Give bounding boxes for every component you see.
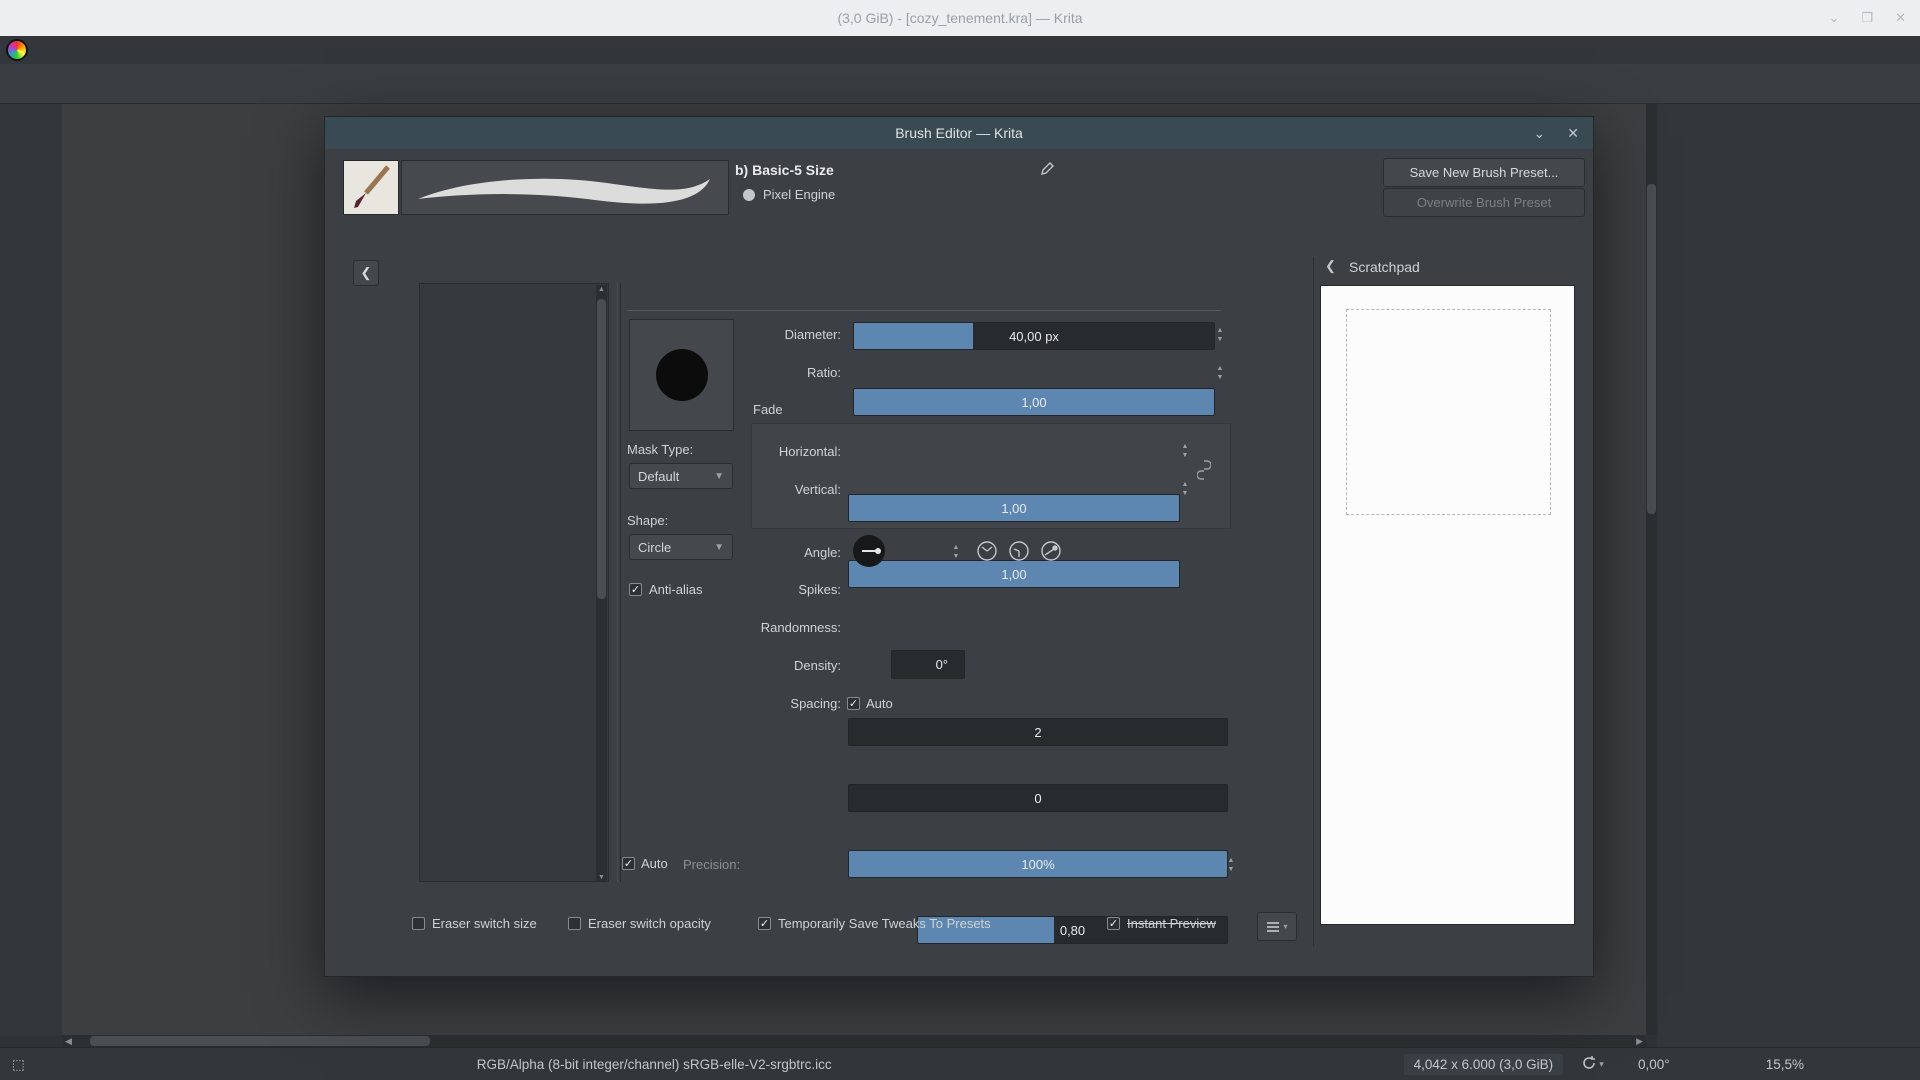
preset-thumbnail — [343, 160, 399, 215]
angle-preset-icon — [1041, 541, 1061, 561]
randomness-slider[interactable]: 0 — [848, 784, 1228, 812]
vertical-spinner[interactable]: ▲ ▼ — [1178, 476, 1192, 502]
rotation-value[interactable]: 0,00° — [1618, 1057, 1670, 1072]
angle-label: Angle: — [804, 545, 841, 560]
scratchpad-title: Scratchpad — [1349, 259, 1420, 275]
statusbar: ⬚ RGB/Alpha (8-bit integer/channel) sRGB… — [0, 1047, 1920, 1080]
window-close-icon[interactable]: ✕ — [1895, 10, 1906, 26]
angle-spinbox[interactable]: 0° — [891, 650, 965, 679]
options-scrollbar[interactable]: ▲ ▼ — [596, 285, 607, 881]
image-size-memory: 4,042 x 6.000 (3,0 GiB) — [1403, 1054, 1564, 1075]
angle-quick-buttons — [975, 539, 1063, 563]
horizontal-slider[interactable]: 1,00 — [848, 494, 1180, 522]
rotation-dropdown-icon[interactable]: ▾ — [1599, 1059, 1604, 1070]
spikes-slider[interactable]: 2 — [848, 718, 1228, 746]
collapse-options-icon[interactable]: ❮ — [353, 260, 379, 286]
rename-preset-icon[interactable] — [1039, 161, 1055, 180]
dialog-shade-icon[interactable]: ⌄ — [1534, 125, 1546, 142]
diameter-spinner[interactable]: ▲ ▼ — [1213, 322, 1227, 348]
stroke-preview — [401, 160, 729, 215]
window-titlebar: (3,0 GiB) - [cozy_tenement.kra] — Krita … — [0, 0, 1920, 36]
mask-type-label: Mask Type: — [627, 442, 694, 457]
splitter[interactable] — [617, 283, 621, 882]
canvas-vertical-scrollbar[interactable] — [1646, 104, 1657, 1035]
density-label: Density: — [794, 658, 841, 673]
ratio-spinner[interactable]: ▲ ▼ — [1213, 360, 1227, 386]
randomness-label: Randomness: — [760, 620, 841, 635]
precision-spinner[interactable]: ▲ ▼ — [1224, 851, 1238, 879]
engine-row: Pixel Engine — [743, 187, 835, 202]
diameter-label: Diameter: — [784, 327, 841, 342]
horizontal-spinner[interactable]: ▲ ▼ — [1178, 438, 1192, 464]
angle-dial[interactable] — [853, 535, 885, 567]
brush-options-list: ▲ ▼ — [419, 283, 609, 882]
dialog-close-icon[interactable]: ✕ — [1567, 125, 1579, 142]
density-slider[interactable]: 100% — [848, 850, 1228, 878]
scroll-right-icon[interactable]: ▶ — [1633, 1036, 1646, 1047]
diameter-slider[interactable]: 40,00 px — [853, 322, 1215, 350]
canvas-horizontal-scrollbar[interactable]: ◀ ▶ — [62, 1035, 1646, 1047]
selection-mode-icon[interactable]: ⬚ — [12, 1057, 25, 1073]
scratchpad-separator — [1313, 257, 1314, 947]
shape-label: Shape: — [627, 513, 669, 528]
right-docker — [1658, 104, 1920, 1047]
dialog-titlebar[interactable]: Brush Editor — Krita ⌄ ✕ — [325, 117, 1593, 149]
temporarily-save-tweaks-checkbox[interactable]: ✓ Temporarily Save Tweaks To Presets — [758, 916, 991, 931]
restore-icon[interactable]: ❐ — [1861, 10, 1873, 26]
krita-application: (3,0 GiB) - [cozy_tenement.kra] — Krita … — [0, 0, 1920, 1080]
scratchpad-canvas[interactable] — [1320, 285, 1575, 925]
preset-name: b) Basic-5 Size — [735, 162, 834, 178]
color-profile-text: RGB/Alpha (8-bit integer/channel) sRGB-e… — [476, 1057, 832, 1072]
scroll-left-icon[interactable]: ◀ — [62, 1036, 75, 1047]
auto-precision-checkbox[interactable]: ✓ Auto — [622, 856, 668, 871]
scratchpad-collapse-icon[interactable]: ❮ — [1325, 258, 1336, 274]
krita-logo-icon — [6, 39, 28, 61]
ratio-slider[interactable]: 1,00 — [853, 388, 1215, 416]
angle-spinner[interactable]: ▲ ▼ — [949, 538, 963, 565]
mask-type-dropdown[interactable]: Default ▼ — [629, 463, 733, 489]
menubar — [0, 36, 1920, 64]
angle-preset-icon — [1009, 541, 1029, 561]
precision-label: Precision: — [683, 857, 741, 872]
instant-preview-checkbox[interactable]: ✓ Instant Preview — [1107, 916, 1216, 931]
link-fade-icon[interactable] — [1196, 459, 1212, 484]
vertical-slider[interactable]: 1,00 — [848, 560, 1180, 588]
ratio-label: Ratio: — [807, 365, 841, 380]
dialog-title: Brush Editor — Krita — [895, 125, 1023, 141]
toolbox — [0, 104, 62, 1036]
angle-preset-icon — [977, 541, 997, 561]
reset-rotation-icon[interactable] — [1581, 1055, 1597, 1074]
engine-name: Pixel Engine — [763, 187, 836, 202]
tab-separator — [627, 310, 1221, 311]
main-toolbar — [0, 64, 1920, 104]
zoom-value[interactable]: 15,5% — [1766, 1057, 1804, 1072]
dialog-options-menu-button[interactable]: ▾ — [1257, 912, 1297, 941]
shade-icon[interactable]: ⌄ — [1829, 10, 1840, 26]
brush-editor-dialog: Brush Editor — Krita ⌄ ✕ b) Basic-5 Size… — [324, 116, 1594, 977]
fade-label: Fade — [753, 402, 783, 417]
spacing-label: Spacing: — [790, 696, 841, 711]
spikes-label: Spikes: — [798, 582, 841, 597]
window-title: (3,0 GiB) - [cozy_tenement.kra] — Krita — [837, 10, 1083, 26]
engine-icon — [743, 188, 755, 201]
eraser-switch-opacity-checkbox[interactable]: Eraser switch opacity — [568, 916, 711, 931]
eraser-switch-size-checkbox[interactable]: Eraser switch size — [412, 916, 537, 931]
spacing-auto-checkbox[interactable]: ✓ Auto — [847, 696, 893, 711]
save-new-preset-button[interactable]: Save New Brush Preset... — [1383, 158, 1585, 187]
overwrite-preset-button[interactable]: Overwrite Brush Preset — [1383, 188, 1585, 217]
